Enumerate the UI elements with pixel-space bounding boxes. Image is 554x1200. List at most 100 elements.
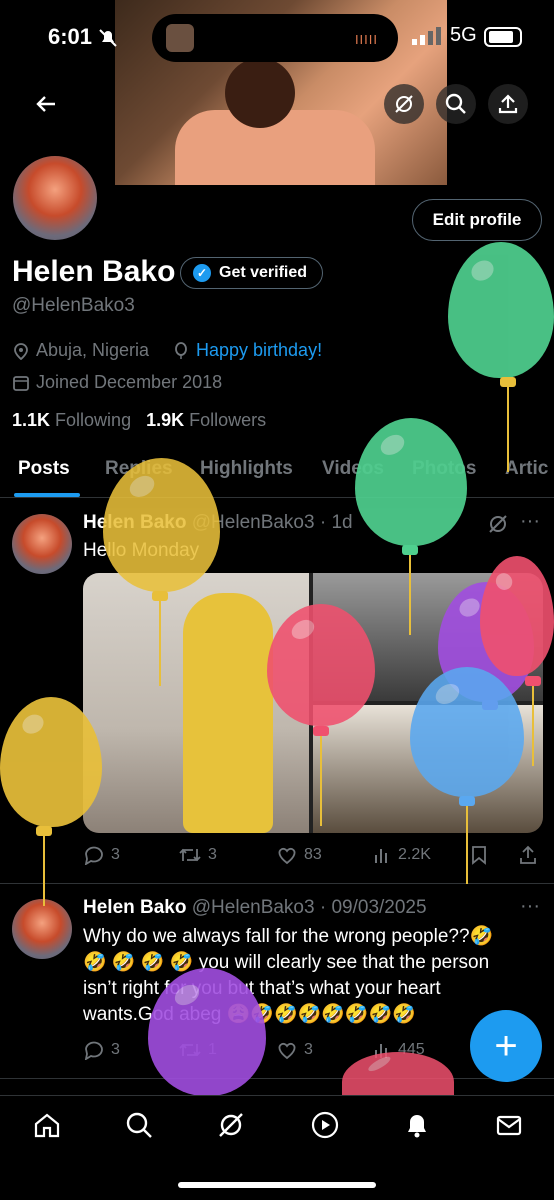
messages-icon[interactable]: [494, 1110, 524, 1140]
profile-tabs: Posts Replies Highlights Videos Photos A…: [0, 448, 554, 498]
silent-bell-icon: [99, 29, 117, 47]
profile-avatar[interactable]: [10, 153, 100, 243]
post-header: Helen Bako @HelenBako3 · 09/03/2025: [83, 897, 427, 919]
video-icon[interactable]: [310, 1110, 340, 1140]
reply-count: 3: [111, 1041, 120, 1058]
location-row: Abuja, Nigeria: [12, 340, 149, 361]
grok-icon: [395, 95, 413, 113]
balloon-string: [159, 601, 161, 686]
views-button[interactable]: 2.2K: [372, 845, 431, 865]
grok-button[interactable]: [384, 84, 424, 124]
media-thumbnail: [166, 24, 194, 52]
heart-icon: [278, 1042, 296, 1060]
banner-figure-head: [225, 58, 295, 128]
dynamic-island[interactable]: IIIII: [152, 14, 398, 62]
reply-count: 3: [111, 846, 120, 863]
profile-handle: @HelenBako3: [12, 295, 135, 316]
notifications-bell-icon[interactable]: [402, 1110, 432, 1140]
back-button[interactable]: [26, 84, 66, 124]
active-tab-indicator: [14, 493, 80, 497]
follow-stats: 1.1K Following 1.9K Followers: [12, 410, 266, 431]
location-pin-icon: [14, 342, 28, 360]
audio-activity: IIIII: [354, 32, 378, 47]
signal-icon: [412, 27, 441, 45]
balloon-knot: [402, 545, 418, 555]
balloon-knot: [36, 826, 52, 836]
calendar-icon: [13, 375, 29, 391]
post-avatar[interactable]: [12, 899, 72, 959]
tab-highlights[interactable]: Highlights: [200, 458, 293, 480]
heart-icon: [278, 847, 296, 865]
joined-text: Joined December 2018: [36, 372, 223, 392]
post-divider: [0, 883, 554, 884]
balloon-knot: [152, 591, 168, 601]
post-photo-1[interactable]: [83, 573, 309, 833]
followers-count: 1.9K: [146, 410, 185, 430]
balloon-green: [448, 242, 554, 378]
balloon-purple: [148, 968, 266, 1096]
battery-icon: [484, 27, 522, 47]
joined-row: Joined December 2018: [12, 372, 222, 393]
birthday-row: Happy birthday!: [172, 340, 322, 361]
post-time: 09/03/2025: [331, 897, 427, 918]
followers-link[interactable]: 1.9K Followers: [146, 410, 266, 430]
balloon-yellow: [0, 697, 102, 827]
share-icon: [498, 94, 518, 114]
tab-posts[interactable]: Posts: [18, 458, 70, 480]
grok-icon[interactable]: [216, 1110, 246, 1140]
repost-count: 3: [208, 846, 217, 863]
network-type: 5G: [450, 24, 477, 46]
like-button[interactable]: 83: [276, 845, 322, 865]
post-text-line: 🤣 🤣 🤣 🤣 you will clearly see that the pe…: [83, 952, 490, 973]
share-icon[interactable]: [518, 845, 538, 865]
balloon-string: [507, 387, 509, 472]
back-arrow-icon: [36, 96, 55, 112]
share-button[interactable]: [488, 84, 528, 124]
post-text-line: Why do we always fall for the wrong peop…: [83, 926, 494, 947]
more-options-icon[interactable]: ···: [520, 895, 540, 918]
reply-icon: [84, 846, 103, 865]
balloon-knot: [459, 796, 475, 806]
bookmark-icon[interactable]: [470, 845, 488, 865]
repost-button[interactable]: 3: [178, 845, 217, 865]
home-indicator[interactable]: [178, 1182, 376, 1188]
post-separator: ·: [319, 512, 327, 533]
home-icon[interactable]: [32, 1110, 62, 1140]
balloon-knot: [500, 377, 516, 387]
following-link[interactable]: 1.1K Following: [12, 410, 131, 430]
birthday-link[interactable]: Happy birthday!: [196, 340, 322, 361]
post-divider: [0, 1078, 554, 1079]
followers-label: Followers: [189, 410, 267, 430]
more-options-icon[interactable]: ···: [520, 510, 540, 533]
status-time: 6:01: [48, 24, 93, 49]
grok-icon[interactable]: [487, 513, 509, 535]
post-author[interactable]: Helen Bako: [83, 897, 186, 918]
profile-name: Helen Bako: [12, 255, 176, 288]
balloon-knot: [313, 726, 329, 736]
post-handle: @HelenBako3: [191, 897, 315, 918]
post-separator: ·: [319, 897, 327, 918]
reply-button[interactable]: 3: [83, 1040, 120, 1060]
photo-figure: [183, 593, 273, 833]
post-avatar[interactable]: [12, 514, 72, 574]
post-text-line: isn’t right for you but that’s what your…: [83, 978, 441, 999]
like-button[interactable]: 3: [276, 1040, 313, 1060]
tab-articles[interactable]: Artic: [505, 458, 548, 480]
get-verified-button[interactable]: ✓ Get verified: [180, 257, 324, 289]
balloon-icon: [175, 341, 187, 359]
balloon-string: [532, 686, 534, 766]
post-time: 1d: [331, 512, 353, 533]
compose-post-button[interactable]: +: [470, 1010, 542, 1082]
views-count: 2.2K: [398, 846, 431, 863]
repost-icon: [179, 848, 201, 862]
like-count: 83: [304, 846, 322, 863]
balloon-blue: [410, 667, 524, 797]
search-button[interactable]: [436, 84, 476, 124]
balloon-pink: [480, 556, 554, 676]
search-icon[interactable]: [124, 1110, 154, 1140]
views-chart-icon: [375, 849, 387, 863]
balloon-pink: [267, 604, 375, 726]
balloon-string: [466, 806, 468, 884]
edit-profile-button[interactable]: Edit profile: [412, 199, 542, 241]
reply-button[interactable]: 3: [83, 845, 120, 865]
